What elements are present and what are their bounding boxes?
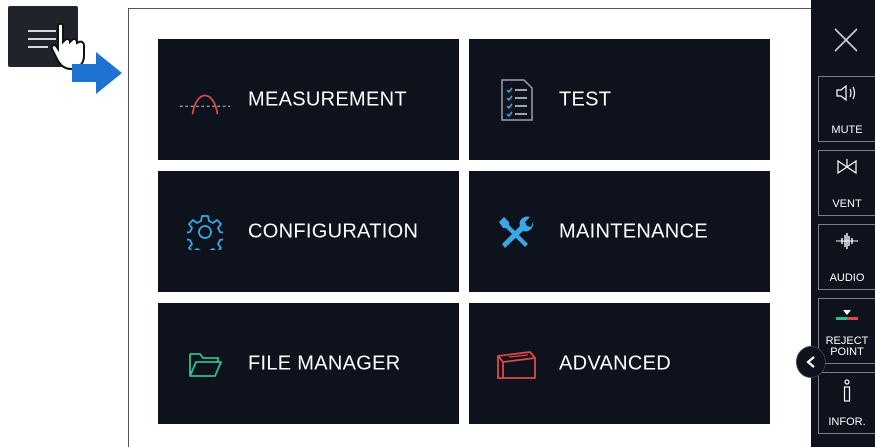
valve-icon [837,159,857,175]
right-sidebar: MUTE VENT AUDIO REJECT POINT INFOR. [811,0,875,447]
tile-maintenance[interactable]: MAINTENANCE [469,171,770,292]
main-menu-panel: MEASUREMENT TEST CONFIGURATION MAINTENAN… [128,8,811,447]
wrench-screwdriver-icon [491,210,541,254]
mute-button[interactable]: MUTE [818,76,875,142]
menu-bar-line [28,46,48,48]
tile-label: TEST [559,88,612,110]
reject-point-button[interactable]: REJECT POINT [818,298,875,364]
audio-label: AUDIO [829,272,865,284]
mute-label: MUTE [831,124,863,136]
close-icon[interactable] [833,27,859,53]
waveform-icon [836,233,858,249]
tile-label: FILE MANAGER [248,352,401,374]
tile-label: ADVANCED [559,352,672,374]
audio-button[interactable]: AUDIO [818,224,875,290]
folder-icon [180,342,230,386]
chevron-left-icon [806,356,815,368]
advanced-box-icon [491,342,541,386]
blue-arrow-icon [72,52,122,94]
tile-label: CONFIGURATION [248,220,419,242]
tile-label: MAINTENANCE [559,220,708,242]
gear-icon [180,210,230,254]
tile-configuration[interactable]: CONFIGURATION [158,171,459,292]
reject-point-icon [836,310,858,320]
tile-advanced[interactable]: ADVANCED [469,303,770,424]
checklist-document-icon [491,78,541,122]
tile-test[interactable]: TEST [469,39,770,160]
tile-measurement[interactable]: MEASUREMENT [158,39,459,160]
vent-label: VENT [832,198,862,210]
measurement-curve-icon [180,78,230,122]
info-button[interactable]: INFOR. [818,372,875,434]
tile-file-manager[interactable]: FILE MANAGER [158,303,459,424]
info-icon [843,379,851,402]
vent-button[interactable]: VENT [818,150,875,216]
collapse-sidebar-button[interactable] [796,346,826,378]
tile-label: MEASUREMENT [248,88,407,110]
reject-label-line2: POINT [830,346,864,358]
speaker-icon [836,84,856,102]
info-label: INFOR. [828,416,866,428]
